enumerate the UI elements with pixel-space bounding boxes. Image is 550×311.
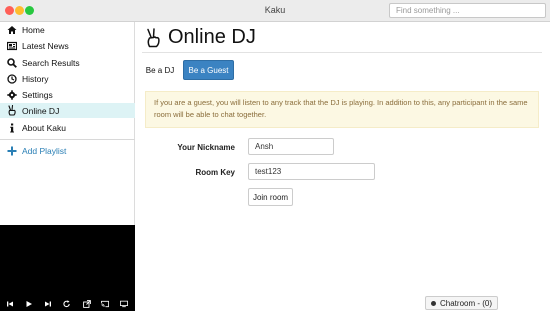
tab-be-a-guest[interactable]: Be a Guest bbox=[183, 60, 234, 80]
video-player[interactable] bbox=[0, 225, 135, 311]
guest-info-notice: If you are a guest, you will listen to a… bbox=[145, 91, 539, 128]
page-title: Online DJ bbox=[168, 26, 256, 48]
sidebar-item-about-kaku[interactable]: About Kaku bbox=[0, 120, 135, 135]
sidebar-item-label: Home bbox=[22, 24, 45, 35]
sidebar-item-settings[interactable]: Settings bbox=[0, 87, 135, 102]
sidebar-item-search-results[interactable]: Search Results bbox=[0, 55, 135, 70]
tab-be-a-dj[interactable]: Be a DJ bbox=[142, 60, 178, 80]
room-key-label: Room Key bbox=[195, 168, 235, 177]
external-link-icon[interactable] bbox=[83, 300, 91, 308]
sidebar-item-history[interactable]: History bbox=[0, 71, 135, 86]
play-icon[interactable] bbox=[25, 300, 33, 308]
page-header: Online DJ bbox=[145, 26, 256, 49]
sidebar-item-latest-news[interactable]: Latest News bbox=[0, 38, 135, 53]
nickname-input[interactable] bbox=[248, 138, 334, 155]
sidebar-item-online-dj[interactable]: Online DJ bbox=[0, 103, 135, 118]
monitor-icon[interactable] bbox=[120, 300, 128, 308]
search-icon bbox=[7, 57, 17, 68]
sidebar-item-label: Latest News bbox=[22, 40, 69, 51]
info-icon bbox=[7, 123, 17, 133]
gear-icon bbox=[7, 89, 17, 100]
sidebar: Home Latest News Search Results History … bbox=[0, 22, 135, 225]
search-input[interactable] bbox=[389, 3, 546, 18]
chatroom-label: Chatroom - (0) bbox=[440, 298, 493, 308]
sidebar-item-label: History bbox=[22, 73, 49, 84]
sidebar-item-label: About Kaku bbox=[22, 122, 66, 133]
hand-peace-icon bbox=[147, 27, 160, 47]
next-icon[interactable] bbox=[44, 300, 52, 308]
add-playlist-label: Add Playlist bbox=[22, 145, 67, 156]
previous-icon[interactable] bbox=[6, 300, 14, 308]
main-content: Online DJ Be a DJ Be a Guest If you are … bbox=[135, 22, 550, 311]
hand-peace-icon bbox=[7, 105, 17, 116]
add-playlist-button[interactable]: Add Playlist bbox=[0, 143, 135, 158]
sidebar-item-home[interactable]: Home bbox=[0, 22, 135, 37]
title-divider bbox=[142, 52, 542, 53]
news-icon bbox=[7, 41, 17, 51]
chatroom-toggle[interactable]: Chatroom - (0) bbox=[425, 296, 498, 310]
history-icon bbox=[7, 73, 17, 84]
status-dot-icon bbox=[431, 300, 436, 306]
repeat-icon[interactable] bbox=[63, 300, 71, 308]
sidebar-divider bbox=[0, 139, 135, 140]
window-titlebar: Kaku bbox=[0, 0, 550, 22]
sidebar-item-label: Search Results bbox=[22, 57, 80, 68]
sidebar-item-label: Settings bbox=[22, 89, 53, 100]
cast-icon[interactable] bbox=[101, 300, 109, 308]
plus-icon bbox=[7, 146, 17, 156]
home-icon bbox=[7, 25, 17, 35]
nickname-label: Your Nickname bbox=[177, 143, 235, 152]
join-room-button[interactable]: Join room bbox=[248, 188, 293, 206]
room-key-input[interactable] bbox=[248, 163, 375, 180]
sidebar-item-label: Online DJ bbox=[22, 105, 60, 116]
